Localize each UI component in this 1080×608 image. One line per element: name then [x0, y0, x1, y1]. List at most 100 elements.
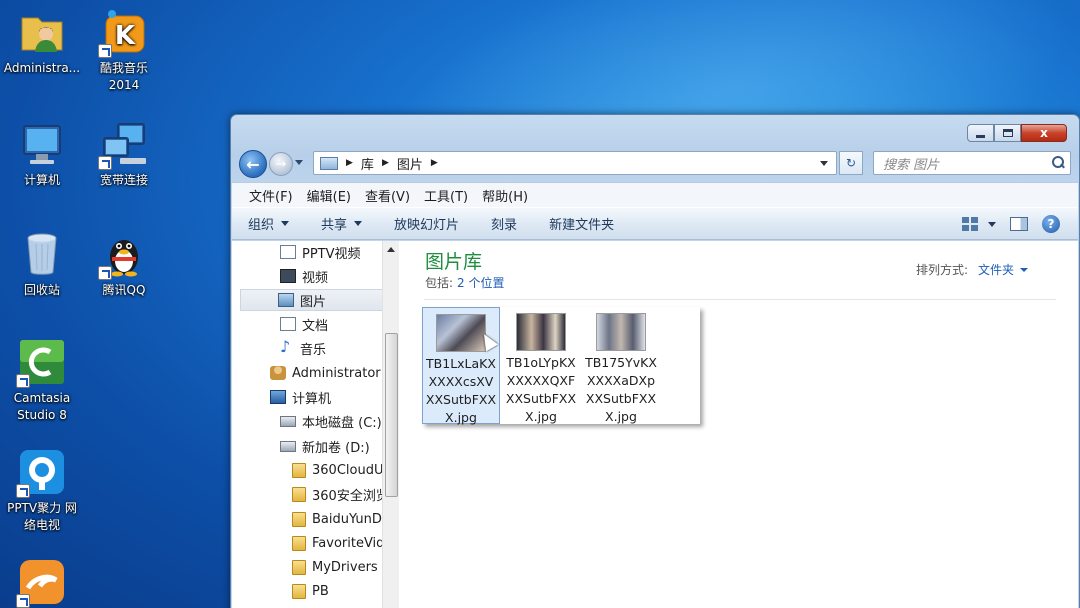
library-locations-link[interactable]: 2 个位置	[457, 276, 504, 290]
tree-item-local-disk-c[interactable]: 本地磁盘 (C:)	[280, 410, 382, 432]
desktop-icon-label: 腾讯QQ	[102, 283, 146, 297]
chevron-down-icon	[988, 221, 996, 227]
burn-button[interactable]: 刻录	[491, 214, 517, 233]
qq-penguin-icon	[98, 230, 148, 280]
camtasia-icon	[16, 338, 66, 388]
new-folder-label: 新建文件夹	[549, 218, 615, 233]
breadcrumb-chevron-icon[interactable]: ▶	[382, 158, 389, 168]
tree-item-folder[interactable]: BaiduYunDc	[292, 508, 388, 530]
desktop-icon-kuwo-music[interactable]: K 酷我音乐 2014	[82, 8, 166, 94]
new-folder-button[interactable]: 新建文件夹	[549, 214, 614, 233]
user-folder-icon	[270, 366, 286, 380]
tree-item-label: PPTV视频	[302, 246, 361, 262]
desktop-icon-qq[interactable]: 腾讯QQ	[82, 230, 166, 299]
tree-item-pictures[interactable]: 图片	[240, 289, 386, 311]
file-tile[interactable]: TB1LxLaKXXXXXcsXVXXSutbFXXX.jpg	[422, 307, 500, 425]
address-bar[interactable]: ▶ 库 ▶ 图片 ▶	[313, 151, 837, 175]
navigation-pane-scrollbar[interactable]	[382, 241, 399, 608]
menu-view[interactable]: 查看(V)	[358, 186, 417, 205]
menu-tools[interactable]: 工具(T)	[417, 186, 475, 205]
tree-item-pptv-video[interactable]: PPTV视频	[280, 241, 361, 263]
tree-item-documents[interactable]: 文档	[280, 313, 328, 335]
folder-icon	[292, 511, 306, 527]
command-bar: 组织 共享 放映幻灯片 刻录 新建文件夹 ?	[232, 207, 1078, 240]
search-input[interactable]: 搜索 图片	[873, 151, 1071, 175]
navigation-bar: ← → ▶ 库 ▶ 图片 ▶ ↻ 搜索 图片	[239, 148, 1071, 178]
computer-icon	[270, 390, 286, 404]
tree-item-folder[interactable]: 360CloudUI	[292, 459, 388, 481]
scroll-up-icon[interactable]	[387, 247, 395, 252]
file-tile[interactable]: TB175YvKXXXXXaDXpXXSutbFXXX.jpg	[582, 307, 660, 424]
includes-label: 包括:	[425, 276, 454, 290]
back-button[interactable]: ←	[239, 150, 267, 178]
tree-item-music[interactable]: 音乐	[280, 337, 326, 359]
desktop-icon-administrator[interactable]: Administra...	[0, 8, 84, 77]
tree-item-administrator[interactable]: Administrator	[270, 362, 381, 384]
recent-pages-dropdown[interactable]	[295, 160, 303, 165]
tree-item-folder[interactable]: PB	[292, 580, 388, 602]
arrange-dropdown[interactable]: 文件夹	[978, 261, 1028, 278]
uc-browser-icon	[16, 558, 66, 608]
close-icon: x	[1040, 126, 1048, 140]
library-title: 图片库	[425, 251, 483, 273]
library-pictures-icon	[320, 156, 338, 170]
file-tile[interactable]: TB1oLYpKXXXXXXQXFXXSutbFXXX.jpg	[502, 307, 580, 424]
slideshow-button[interactable]: 放映幻灯片	[394, 214, 459, 233]
search-placeholder: 搜索 图片	[883, 157, 940, 173]
tree-item-folder[interactable]: FavoriteVide	[292, 532, 388, 554]
preview-pane-icon[interactable]	[1010, 217, 1028, 231]
library-includes: 包括: 2 个位置	[425, 274, 505, 291]
address-history-dropdown[interactable]	[820, 161, 828, 166]
change-view-button[interactable]	[962, 217, 996, 231]
tree-item-label: 计算机	[292, 391, 332, 407]
tree-item-new-volume-d[interactable]: 新加卷 (D:)	[280, 435, 370, 457]
tree-item-videos[interactable]: 视频	[280, 265, 328, 287]
desktop-icon-camtasia[interactable]: Camtasia Studio 8	[0, 338, 84, 424]
arrow-right-icon: →	[275, 156, 287, 172]
minimize-button[interactable]	[967, 124, 994, 142]
desktop-icon-broadband[interactable]: 宽带连接	[82, 120, 166, 189]
desktop-icon-recycle-bin[interactable]: 回收站	[0, 230, 84, 299]
video-icon	[280, 269, 296, 283]
close-button[interactable]: x	[1021, 124, 1067, 142]
divider	[424, 299, 1056, 300]
desktop-icon-pptv[interactable]: PPTV聚力 网 络电视	[0, 448, 84, 534]
refresh-button[interactable]: ↻	[839, 151, 863, 175]
search-icon[interactable]	[1052, 156, 1064, 168]
folder-icon	[292, 486, 306, 502]
file-name: TB1oLYpKXXXXXXQXFXXSutbFXXX.jpg	[505, 355, 577, 424]
tree-item-folder[interactable]: 360安全浏览	[292, 483, 388, 505]
maximize-button[interactable]	[994, 124, 1021, 142]
scrollbar-thumb[interactable]	[385, 333, 398, 497]
organize-button[interactable]: 组织	[248, 214, 290, 233]
tree-item-label: MyDrivers	[312, 559, 378, 575]
tree-item-computer[interactable]: 计算机	[270, 386, 331, 408]
music-note-icon	[280, 337, 294, 356]
view-controls: ?	[962, 215, 1060, 233]
breadcrumb-library[interactable]: 库	[361, 154, 374, 173]
share-button[interactable]: 共享	[321, 214, 363, 233]
folder-icon	[292, 559, 306, 575]
user-folder-icon	[18, 8, 66, 56]
file-name: TB175YvKXXXXXaDXpXXSutbFXXX.jpg	[585, 355, 657, 424]
menu-help[interactable]: 帮助(H)	[475, 186, 535, 205]
menu-file[interactable]: 文件(F)	[242, 186, 300, 205]
forward-button[interactable]: →	[269, 152, 293, 176]
breadcrumb-chevron-icon[interactable]: ▶	[346, 158, 353, 168]
help-icon[interactable]: ?	[1042, 215, 1060, 233]
desktop-icon-label: Administra...	[3, 61, 81, 75]
desktop-icon-computer[interactable]: 计算机	[0, 120, 84, 189]
shortcut-arrow-icon	[16, 484, 30, 498]
desktop-icon-uc-browser[interactable]	[0, 558, 84, 608]
refresh-icon: ↻	[845, 156, 857, 170]
folder-icon	[292, 535, 306, 551]
breadcrumb-chevron-icon[interactable]: ▶	[431, 158, 438, 168]
tree-item-folder[interactable]: MyDrivers	[292, 556, 388, 578]
picture-icon	[278, 293, 294, 307]
menu-edit[interactable]: 编辑(E)	[300, 186, 358, 205]
desktop-icon-label: 回收站	[23, 283, 60, 297]
view-tiles-icon	[962, 217, 978, 231]
breadcrumb-pictures[interactable]: 图片	[397, 154, 423, 173]
svg-text:K: K	[115, 21, 136, 51]
image-thumbnail	[596, 313, 646, 351]
